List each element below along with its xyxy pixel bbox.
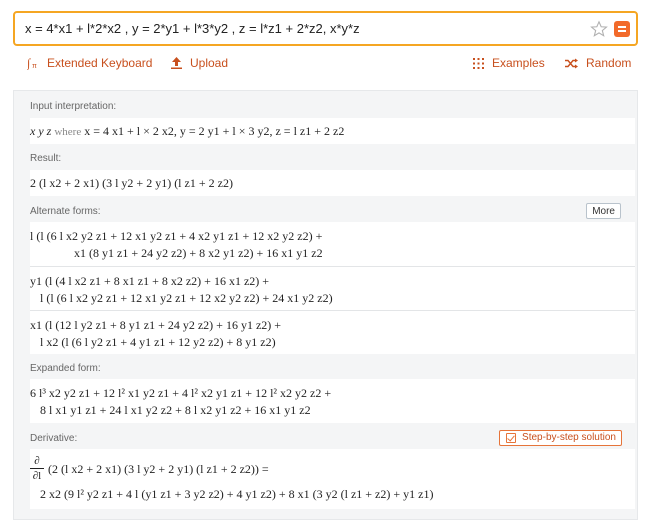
partial-denominator: ∂l	[32, 470, 42, 482]
examples-button[interactable]: Examples	[473, 55, 545, 71]
step-by-step-button[interactable]: Step-by-step solution	[499, 430, 622, 446]
divider	[30, 266, 635, 267]
alt-form-2-line-1: y1 (l (4 l x2 z1 + 8 x1 z1 + 8 x2 z2) + …	[30, 274, 270, 288]
input-interpretation-pod: x y z where x = 4 x1 + l × 2 x2, y = 2 y…	[30, 118, 635, 144]
svg-text:π: π	[32, 63, 37, 70]
upload-icon	[171, 57, 182, 69]
derivative-label: Derivative:	[30, 433, 78, 444]
svg-text:∫: ∫	[27, 56, 31, 70]
extended-keyboard-label: Extended Keyboard	[47, 56, 153, 70]
result-label: Result:	[30, 153, 62, 164]
step-by-step-label: Step-by-step solution	[522, 432, 616, 443]
shuffle-icon	[565, 58, 578, 68]
alt-form-3-line-1: x1 (l (12 l y2 z1 + 8 y1 z1 + 24 y2 z2) …	[30, 318, 282, 332]
star-icon[interactable]	[590, 20, 608, 38]
grid-icon	[473, 57, 484, 69]
checkbox-icon	[506, 433, 517, 443]
search-input[interactable]: x = 4*x1 + l*2*x2 , y = 2*y1 + l*3*y2 , …	[25, 21, 360, 36]
alt-form-2-line-2: l (l (6 l x2 y2 z1 + 12 x1 y2 z1 + 12 x2…	[40, 291, 333, 305]
input-interpretation-label: Input interpretation:	[30, 101, 117, 112]
alt-form-1-line-1: l (l (6 l x2 y2 z1 + 12 x1 y2 z1 + 4 x2 …	[30, 229, 323, 243]
input-definition: x = 4 x1 + l × 2 x2, y = 2 y1 + l × 3 y2…	[84, 124, 345, 138]
extended-keyboard-button[interactable]: ∫ π Extended Keyboard	[27, 55, 152, 71]
input-where: where	[54, 126, 82, 138]
more-button[interactable]: More	[586, 203, 621, 219]
results-panel: Input interpretation: x y z where x = 4 …	[13, 90, 638, 520]
alternate-forms-pod: l (l (6 l x2 y2 z1 + 12 x1 y2 z1 + 4 x2 …	[30, 222, 635, 354]
expanded-line-1: 6 l³ x2 y2 z1 + 12 l² x1 y2 z1 + 4 l² x2…	[30, 386, 332, 400]
input-vars: x y z	[30, 124, 52, 138]
partial-derivative-operator: ∂ ∂l	[30, 455, 44, 482]
derivative-line-2: 2 x2 (9 l² y2 z1 + 4 l (y1 z1 + 3 y2 z2)…	[40, 487, 434, 501]
upload-button[interactable]: Upload	[171, 55, 228, 71]
random-label: Random	[586, 56, 632, 70]
input-interpretation-content: x y z where x = 4 x1 + l × 2 x2, y = 2 y…	[30, 124, 344, 139]
divider	[30, 310, 635, 311]
result-expression: 2 (l x2 + 2 x1) (3 l y2 + 2 y1) (l z1 + …	[30, 176, 233, 190]
expanded-line-2: 8 l x1 y1 z1 + 24 l x1 y2 z2 + 8 l x2 y1…	[40, 403, 311, 417]
expanded-form-label: Expanded form:	[30, 363, 101, 374]
search-bar[interactable]: x = 4*x1 + l*2*x2 , y = 2*y1 + l*3*y2 , …	[13, 11, 638, 46]
upload-label: Upload	[190, 56, 229, 70]
examples-label: Examples	[492, 56, 545, 70]
alt-form-3-line-2: l x2 (l (6 l y2 z1 + 4 y1 z1 + 12 y2 z2)…	[40, 335, 276, 349]
keyboard-icon: ∫ π	[27, 56, 37, 70]
expanded-form-pod: 6 l³ x2 y2 z1 + 12 l² x1 y2 z1 + 4 l² x2…	[30, 379, 635, 423]
random-button[interactable]: Random	[565, 55, 631, 71]
submit-icon[interactable]	[614, 21, 630, 37]
derivative-line-1: (2 (l x2 + 2 x1) (3 l y2 + 2 y1) (l z1 +…	[48, 462, 269, 476]
alternate-forms-label: Alternate forms:	[30, 206, 101, 217]
result-pod: 2 (l x2 + 2 x1) (3 l y2 + 2 y1) (l z1 + …	[30, 170, 635, 196]
alt-form-1-line-2: x1 (8 y1 z1 + 24 y2 z2) + 8 x2 y1 z2) + …	[74, 246, 323, 260]
partial-numerator: ∂	[34, 455, 40, 467]
